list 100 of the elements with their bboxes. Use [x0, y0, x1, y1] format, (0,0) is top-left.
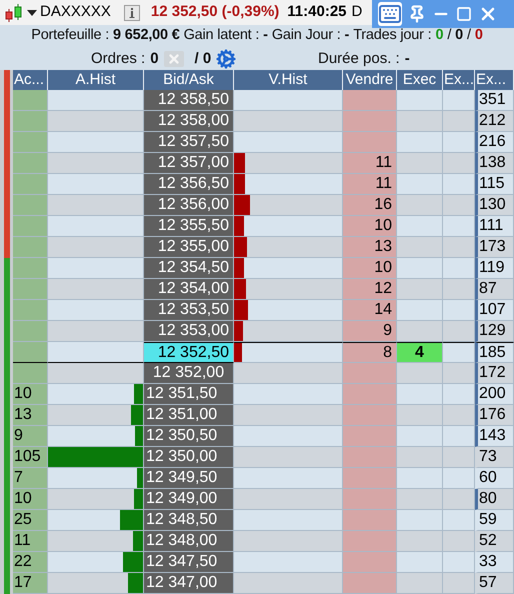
table-cell: 17	[13, 573, 48, 594]
table-cell: 13	[343, 237, 397, 258]
table-cell: 12	[343, 279, 397, 300]
table-cell	[397, 153, 443, 174]
clock-time: 11:40:25	[287, 2, 347, 22]
duration-value: -	[404, 48, 410, 68]
table-cell	[397, 363, 443, 384]
table-cell	[343, 405, 397, 426]
table-cell	[397, 258, 443, 279]
summary-text: -	[263, 26, 268, 46]
summary-text: 0	[455, 26, 464, 46]
table-cell: 22	[13, 552, 48, 573]
table-cell	[443, 90, 475, 111]
table-cell	[397, 321, 443, 342]
table-cell	[443, 363, 475, 384]
close-icon	[166, 52, 181, 66]
table-cell	[443, 426, 475, 447]
table-cell	[443, 342, 475, 363]
table-cell	[343, 489, 397, 510]
duration-label: Durée pos. :	[318, 48, 400, 68]
instrument-name: DAXXXXX	[40, 2, 111, 22]
table-cell	[397, 531, 443, 552]
table-cell	[343, 468, 397, 489]
table-cell	[397, 510, 443, 531]
price-cell: 12 356,50	[144, 174, 234, 195]
table-cell: 9	[13, 426, 48, 447]
table-cell: 52	[475, 531, 514, 552]
price-cell: 12 348,50	[144, 510, 234, 531]
price-cell: 12 355,00	[144, 237, 234, 258]
table-cell: 130	[475, 195, 514, 216]
table-cell: 25	[13, 510, 48, 531]
table-cell: 4	[397, 342, 443, 363]
table-cell: 13	[13, 405, 48, 426]
price-cell: 12 351,00	[144, 405, 234, 426]
price-cell: 12 348,00	[144, 531, 234, 552]
orders-label: Ordres :	[91, 48, 146, 68]
summary-text: Trades jour :	[353, 26, 432, 46]
table-cell: 7	[13, 468, 48, 489]
pin-icon[interactable]	[408, 5, 426, 23]
table-cell	[13, 153, 48, 174]
table-cell	[343, 531, 397, 552]
settings-icon[interactable]	[216, 48, 236, 69]
table-cell: 111	[475, 216, 514, 237]
table-cell	[397, 132, 443, 153]
table-cell: 10	[13, 489, 48, 510]
table-cell	[13, 132, 48, 153]
price-change: 12 352,50 (-0,39%)	[150, 2, 280, 22]
table-cell: 351	[475, 90, 514, 111]
info-icon[interactable]	[124, 4, 140, 21]
table-cell: 143	[475, 426, 514, 447]
table-cell	[443, 174, 475, 195]
table-cell	[397, 174, 443, 195]
price-cell: 12 357,50	[144, 132, 234, 153]
table-cell	[343, 573, 397, 594]
price-cell: 12 358,50	[144, 90, 234, 111]
table-cell: 73	[475, 447, 514, 468]
price-cell: 12 347,00	[144, 573, 234, 594]
maximize-icon[interactable]	[456, 6, 472, 22]
price-cell: 12 357,00	[144, 153, 234, 174]
table-cell	[343, 90, 397, 111]
price-cell: 12 350,50	[144, 426, 234, 447]
price-cell: 12 358,00	[144, 111, 234, 132]
table-cell	[343, 510, 397, 531]
table-cell	[443, 405, 475, 426]
table-cell	[13, 279, 48, 300]
table-cell	[443, 153, 475, 174]
table-cell: 185	[475, 342, 514, 363]
price-cell: 12 354,50	[144, 258, 234, 279]
table-cell	[443, 489, 475, 510]
table-cell	[397, 216, 443, 237]
caret-icon[interactable]	[27, 8, 37, 17]
table-cell	[397, 573, 443, 594]
table-cell	[443, 552, 475, 573]
table-cell	[13, 237, 48, 258]
cut-text: D	[352, 2, 362, 22]
table-cell	[397, 552, 443, 573]
table-cell	[13, 300, 48, 321]
table-cell	[443, 321, 475, 342]
table-cell: 10	[13, 384, 48, 405]
summary-text: -	[344, 26, 350, 46]
table-cell: 16	[343, 195, 397, 216]
price-cell: 12 352,00	[144, 363, 234, 384]
price-cell: 12 349,50	[144, 468, 234, 489]
price-cell: 12 354,00	[144, 279, 234, 300]
table-cell: 129	[475, 321, 514, 342]
price-cell: 12 350,00	[144, 447, 234, 468]
table-cell: 212	[475, 111, 514, 132]
table-cell: 173	[475, 237, 514, 258]
table-cell	[343, 552, 397, 573]
table-cell	[343, 384, 397, 405]
table-cell: 57	[475, 573, 514, 594]
table-cell: 8	[343, 342, 397, 363]
keyboard-icon[interactable]	[378, 2, 402, 26]
table-cell: 119	[475, 258, 514, 279]
table-cell	[443, 573, 475, 594]
table-cell: 172	[475, 363, 514, 384]
price-cell: 12 353,00	[144, 321, 234, 342]
orders-total: / 0	[194, 48, 212, 68]
table-cell	[397, 447, 443, 468]
table-cell	[13, 363, 48, 384]
